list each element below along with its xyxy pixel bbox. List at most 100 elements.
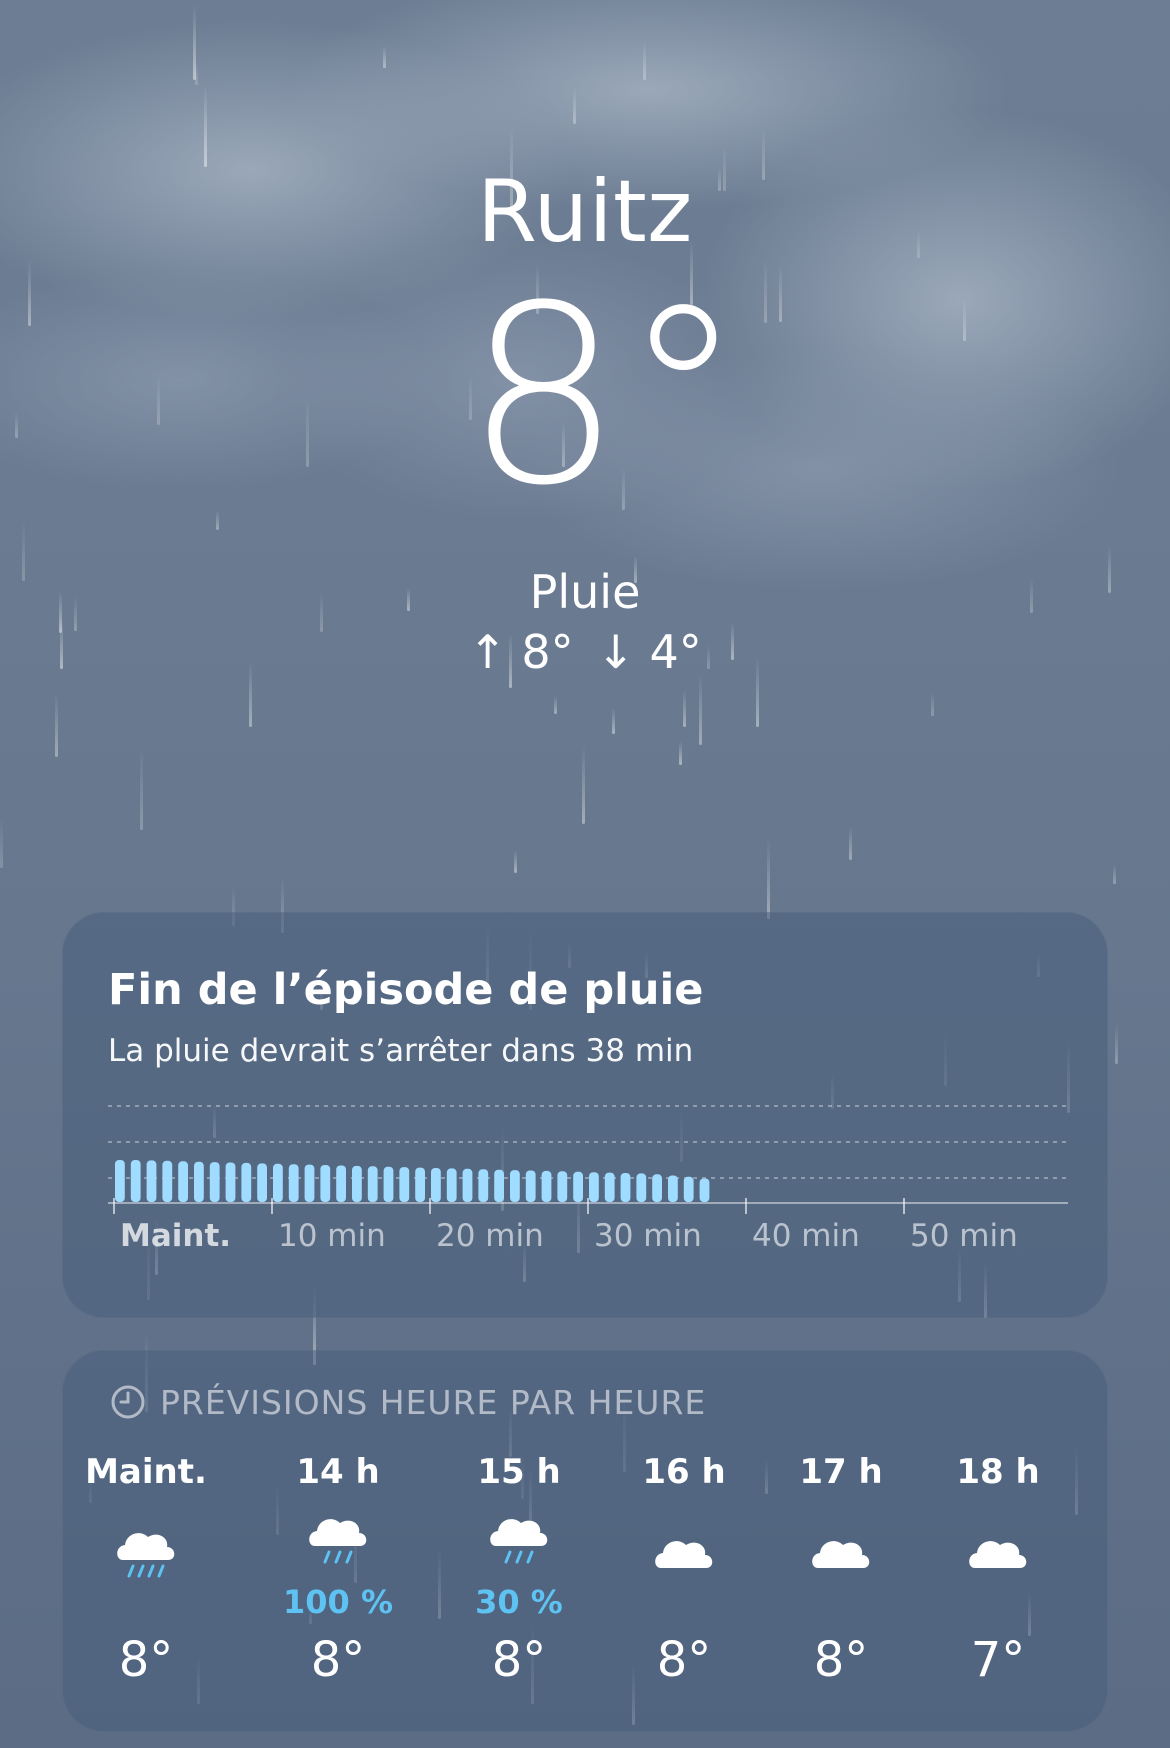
hourly-header: PRÉVISIONS HEURE PAR HEURE [110, 1382, 706, 1422]
hour-time: Maint. [85, 1452, 207, 1492]
rain-drop [323, 1550, 331, 1564]
hour-temperature: 8° [118, 1632, 174, 1688]
hour-temperature: 8° [491, 1632, 547, 1688]
precip-bar [446, 1168, 457, 1202]
hour-item[interactable]: 17 h 8° [761, 1450, 921, 1710]
rain-card-subtitle: La pluie devrait s’arrêter dans 38 min [108, 1033, 694, 1069]
precip-bar [541, 1170, 552, 1202]
precip-bar [162, 1160, 173, 1202]
hour-temperature: 8° [310, 1632, 366, 1688]
cloud-icon [655, 1541, 713, 1568]
cloud-shape [309, 1519, 367, 1546]
precip-bar [225, 1162, 236, 1202]
precip-bar [273, 1163, 283, 1202]
rain-drop [127, 1564, 135, 1578]
precip-probability: 100 % [283, 1583, 393, 1621]
rain-streak [1115, 1023, 1118, 1064]
precip-bar [130, 1160, 141, 1202]
rain-streak [612, 708, 615, 734]
precip-bar [604, 1172, 615, 1202]
precip-bar [178, 1161, 188, 1202]
precip-bar [336, 1165, 346, 1202]
rain-streak [0, 818, 3, 868]
precip-bar [699, 1178, 710, 1202]
rain-drop [515, 1550, 523, 1564]
hourly-forecast-card[interactable]: PRÉVISIONS HEURE PAR HEURE Maint. 8° 14 … [62, 1350, 1108, 1732]
rain-streak [1113, 864, 1116, 884]
rain-drop [147, 1564, 155, 1578]
rain-streak [140, 746, 143, 830]
hour-time: 16 h [642, 1452, 726, 1492]
rain-streak [679, 741, 682, 765]
precip-bar [510, 1170, 520, 1202]
precip-bar [194, 1161, 204, 1202]
current-temperature: 8° [465, 254, 745, 540]
precip-bar [352, 1165, 362, 1202]
hour-item[interactable]: 14 h 100 % 8° [258, 1450, 418, 1710]
rain-drop [345, 1550, 353, 1564]
cloud-shape [117, 1533, 175, 1560]
cloud-rain-icon [117, 1533, 175, 1578]
precip-bar [257, 1163, 267, 1202]
rain-forecast-card[interactable]: Fin de l’épisode de pluie La pluie devra… [62, 912, 1108, 1318]
precip-bar [415, 1167, 425, 1202]
rain-card-title: Fin de l’épisode de pluie [108, 965, 704, 1015]
hour-temperature: 8° [813, 1632, 869, 1688]
precip-bar [683, 1176, 694, 1202]
high-low: ↑ 8° ↓ 4° [0, 622, 1170, 682]
hour-temperature: 8° [656, 1632, 712, 1688]
precip-bar [652, 1174, 662, 1202]
precip-bar [431, 1168, 441, 1202]
hour-item[interactable]: 15 h 30 % 8° [439, 1450, 599, 1710]
precip-bar [557, 1171, 568, 1202]
precip-bar [525, 1170, 536, 1202]
hour-time: 17 h [799, 1452, 883, 1492]
chart-tick-label: 30 min [594, 1218, 702, 1254]
precip-bar [209, 1162, 220, 1202]
hour-time: 18 h [956, 1452, 1040, 1492]
rain-streak [514, 850, 517, 873]
high-temperature: ↑ 8° [468, 625, 574, 679]
hour-item[interactable]: 18 h 7° [918, 1450, 1078, 1710]
precip-bar [589, 1172, 599, 1202]
chart-tick-label: 10 min [278, 1218, 386, 1254]
precip-bar [241, 1162, 252, 1202]
chart-tick-label: 50 min [910, 1218, 1018, 1254]
cloud-drizzle-icon [490, 1519, 548, 1564]
hour-time: 15 h [477, 1452, 561, 1492]
hour-time: 14 h [296, 1452, 380, 1492]
precip-bar [146, 1160, 157, 1202]
precip-bar [462, 1168, 473, 1202]
precip-bar [573, 1171, 583, 1202]
rain-drop [157, 1564, 165, 1578]
cloud-shape [655, 1541, 713, 1568]
city-name: Ruitz [477, 162, 693, 262]
rain-drop [137, 1564, 145, 1578]
rain-streak [849, 826, 852, 860]
cloud-icon [969, 1541, 1027, 1568]
precip-bar [288, 1164, 299, 1202]
precip-bar [320, 1165, 331, 1202]
condition-label: Pluie [529, 565, 641, 619]
precip-bar [620, 1173, 631, 1202]
precip-bar [478, 1169, 489, 1202]
precip-bar [304, 1164, 315, 1202]
precip-probability: 30 % [475, 1583, 563, 1621]
cloud-shape [812, 1541, 870, 1568]
chart-tick-label: Maint. [120, 1218, 231, 1254]
clock-icon [111, 1385, 145, 1419]
hour-item[interactable]: 16 h 8° [604, 1450, 764, 1710]
rain-drop [526, 1550, 534, 1564]
rain-streak [767, 838, 770, 919]
hour-item[interactable]: Maint. 8° [66, 1450, 226, 1710]
rain-streak [55, 692, 58, 757]
cloud-drizzle-icon [309, 1519, 367, 1564]
hourly-list: Maint. 8° 14 h 100 % 8° 15 h 30 % 8° 16 … [62, 1450, 1108, 1710]
rain-streak [582, 745, 585, 824]
precip-bar [399, 1167, 410, 1202]
precip-bar [494, 1169, 504, 1202]
hourly-header-label: PRÉVISIONS HEURE PAR HEURE [160, 1382, 707, 1422]
precip-bar [367, 1166, 378, 1202]
precip-bar [383, 1166, 394, 1202]
precip-bar [668, 1175, 678, 1202]
